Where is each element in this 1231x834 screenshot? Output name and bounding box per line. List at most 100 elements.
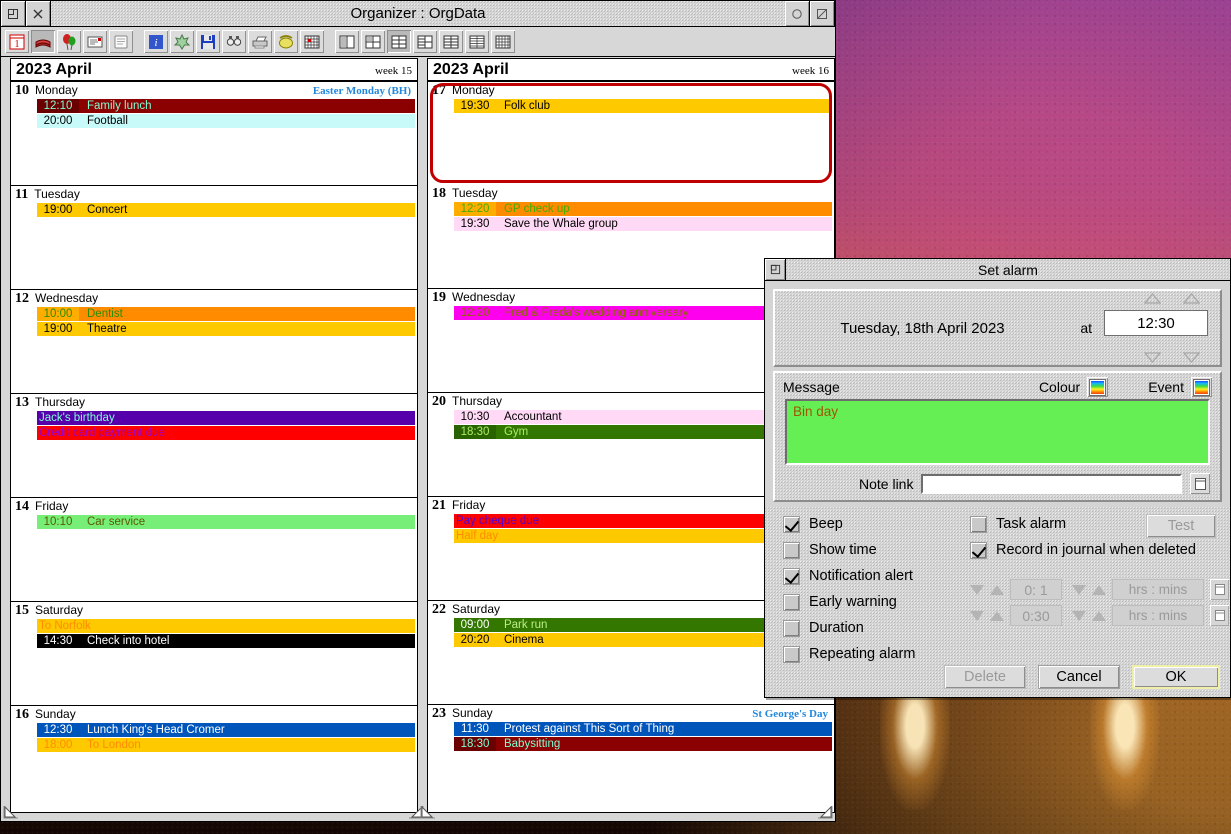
- day-cell-17[interactable]: 17 Monday 19:30 Folk club: [428, 82, 834, 185]
- spinner-menu-button[interactable]: [1210, 605, 1229, 626]
- calendar-entry[interactable]: 19:00 Concert: [37, 203, 415, 217]
- calendar-entry[interactable]: 18:00 To London: [37, 738, 415, 752]
- grid-icon[interactable]: [300, 30, 324, 53]
- hours-down-icon[interactable]: [1144, 352, 1161, 363]
- time-decrement-arrows[interactable]: [1144, 352, 1200, 363]
- day-cell-13[interactable]: 13 Thursday Jack's birthday Credit card pay…: [11, 394, 417, 498]
- address-book-icon[interactable]: [31, 30, 55, 53]
- test-button[interactable]: Test: [1146, 514, 1216, 538]
- spinner-up-icon[interactable]: [990, 584, 1004, 595]
- calendar-entry[interactable]: Jack's birthday: [37, 411, 415, 425]
- spinner-value[interactable]: 0:30: [1010, 605, 1062, 626]
- checkbox-record-in-journal-when-deleted[interactable]: Record in journal when deleted: [970, 537, 1196, 563]
- calendar-entry[interactable]: 18:30 Babysitting: [453, 737, 832, 751]
- calendar-entry[interactable]: 11:30 Protest against This Sort of Thing: [453, 722, 832, 736]
- day-cell-12[interactable]: 12 Wednesday 10:00 Dentist 19:00 Theatre: [11, 290, 417, 394]
- alarm-message-textarea[interactable]: Bin day: [785, 399, 1210, 465]
- ok-button[interactable]: OK: [1132, 665, 1220, 689]
- pane2-resize-bottom-right[interactable]: [816, 804, 834, 820]
- balloons-icon[interactable]: [57, 30, 81, 53]
- checkbox-box[interactable]: [783, 515, 800, 533]
- checkbox-beep[interactable]: Beep: [783, 511, 915, 537]
- view-1-icon[interactable]: [335, 30, 359, 53]
- checkbox-box[interactable]: [783, 567, 800, 585]
- minutes-down-icon[interactable]: [1183, 352, 1200, 363]
- minutes-up-icon[interactable]: [1183, 293, 1200, 304]
- toggle-size-icon[interactable]: [1, 1, 26, 26]
- view-3-icon[interactable]: [387, 30, 411, 53]
- checkbox-box[interactable]: [783, 593, 800, 611]
- time-increment-arrows[interactable]: [1144, 293, 1200, 304]
- checkbox-box[interactable]: [783, 541, 800, 559]
- calendar-entry[interactable]: 12:10 Family lunch: [37, 99, 415, 113]
- spinner-down-icon[interactable]: [970, 610, 984, 621]
- day-cell-14[interactable]: 14 Friday 10:10 Car service: [11, 498, 417, 602]
- pane2-resize-bottom-left[interactable]: [419, 804, 437, 820]
- settings-icon[interactable]: [170, 30, 194, 53]
- cancel-button[interactable]: Cancel: [1038, 665, 1120, 689]
- spinner2-up-icon[interactable]: [1092, 610, 1106, 621]
- view-2-icon[interactable]: [361, 30, 385, 53]
- checkbox-box[interactable]: [970, 515, 987, 533]
- print-icon[interactable]: [248, 30, 272, 53]
- calendar-entry[interactable]: 10:10 Car service: [37, 515, 415, 529]
- calendar-entry[interactable]: 14:30 Check into hotel: [37, 634, 415, 648]
- delete-button[interactable]: Delete: [944, 665, 1026, 689]
- checkbox-duration[interactable]: Duration: [783, 615, 915, 641]
- checkbox-box[interactable]: [783, 645, 800, 663]
- pane-month-label: 2023 April: [16, 61, 92, 78]
- calendar-entry[interactable]: 19:30 Folk club: [453, 99, 832, 113]
- day-cell-23[interactable]: 23 Sunday St George's Day 11:30 Protest agai…: [428, 705, 834, 809]
- checkbox-repeating-alarm[interactable]: Repeating alarm: [783, 641, 915, 667]
- checkbox-box[interactable]: [783, 619, 800, 637]
- checkbox-notification-alert[interactable]: Notification alert: [783, 563, 915, 589]
- checkbox-early-warning[interactable]: Early warning: [783, 589, 915, 615]
- spinner-down-icon[interactable]: [970, 584, 984, 595]
- calendar-entry[interactable]: 12:20 GP check up: [453, 202, 832, 216]
- save-icon[interactable]: [196, 30, 220, 53]
- note-link-input[interactable]: [921, 473, 1182, 494]
- spinner-menu-button[interactable]: [1210, 579, 1229, 600]
- view-7-icon[interactable]: [491, 30, 515, 53]
- spinner-value[interactable]: 0: 1: [1010, 579, 1062, 600]
- hours-up-icon[interactable]: [1144, 293, 1161, 304]
- note-link-browse-button[interactable]: [1190, 473, 1210, 494]
- checkbox-box[interactable]: [970, 541, 987, 559]
- calendar-entry[interactable]: 19:30 Save the Whale group: [453, 217, 832, 231]
- spinner2-down-icon[interactable]: [1072, 610, 1086, 621]
- view-6-icon[interactable]: [465, 30, 489, 53]
- checkbox-show-time[interactable]: Show time: [783, 537, 915, 563]
- event-picker-button[interactable]: [1191, 377, 1212, 397]
- spinner2-down-icon[interactable]: [1072, 584, 1086, 595]
- spinner-up-icon[interactable]: [990, 610, 1004, 621]
- toggle-full-size-icon[interactable]: [785, 1, 810, 26]
- find-icon[interactable]: [222, 30, 246, 53]
- adjust-size-icon[interactable]: [810, 1, 835, 26]
- phone-icon[interactable]: [274, 30, 298, 53]
- calendar-entry[interactable]: 12:30 Lunch King's Head Cromer: [37, 723, 415, 737]
- calendar-pane-week15[interactable]: 2023 April week 15 10 Monday Easter Monday (…: [10, 58, 418, 813]
- calendar-entry[interactable]: 10:00 Dentist: [37, 307, 415, 321]
- view-5-icon[interactable]: [439, 30, 463, 53]
- day-cell-16[interactable]: 16 Sunday 12:30 Lunch King's Head Cromer 18:…: [11, 706, 417, 810]
- day-cell-11[interactable]: 11 Tuesday 19:00 Concert: [11, 186, 417, 290]
- alarm-titlebar[interactable]: Set alarm: [765, 259, 1230, 281]
- calendar-icon[interactable]: 1: [5, 30, 29, 53]
- spinner2-up-icon[interactable]: [1092, 584, 1106, 595]
- alarm-toggle-size-icon[interactable]: [765, 259, 786, 280]
- pane-resize-bottom-left[interactable]: [2, 804, 20, 820]
- alarm-time-field[interactable]: 12:30: [1104, 310, 1208, 336]
- close-icon[interactable]: [26, 1, 51, 26]
- calendar-entry[interactable]: 19:00 Theatre: [37, 322, 415, 336]
- colour-picker-button[interactable]: [1087, 377, 1109, 397]
- day-cell-15[interactable]: 15 Saturday To Norfolk 14:30 Check into hote…: [11, 602, 417, 706]
- calendar-entry[interactable]: To Norfolk: [37, 619, 415, 633]
- notes-icon[interactable]: [83, 30, 107, 53]
- view-4-icon[interactable]: [413, 30, 437, 53]
- todo-icon[interactable]: [109, 30, 133, 53]
- day-cell-10[interactable]: 10 Monday Easter Monday (BH) 12:10 Family lu…: [11, 82, 417, 186]
- calendar-entry[interactable]: Credit card payment due: [37, 426, 415, 440]
- info-icon[interactable]: i: [144, 30, 168, 53]
- calendar-entry[interactable]: 20:00 Football: [37, 114, 415, 128]
- window-titlebar[interactable]: Organizer : OrgData: [1, 1, 835, 27]
